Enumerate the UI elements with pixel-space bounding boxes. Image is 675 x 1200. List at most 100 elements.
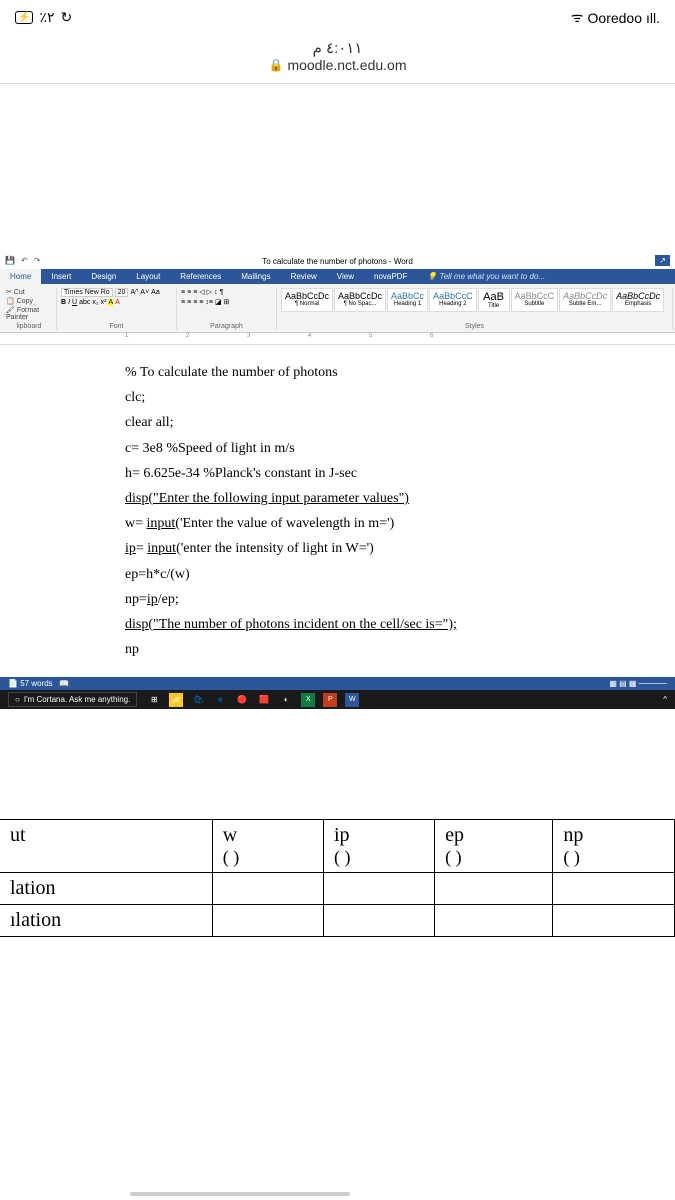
store-icon[interactable]: 🛍 — [191, 693, 205, 707]
undo-icon[interactable]: ↶ — [21, 256, 28, 265]
tab-layout[interactable]: Layout — [126, 269, 170, 284]
doc-line[interactable]: clear all; — [125, 410, 675, 435]
battery-percent: ٪۲ — [39, 9, 54, 26]
style-emphasis[interactable]: AaBbCcDcEmphasis — [612, 288, 664, 312]
edge-icon[interactable]: e — [213, 693, 227, 707]
doc-line[interactable]: disp("Enter the following input paramete… — [125, 486, 675, 511]
doc-line[interactable]: c= 3e8 %Speed of light in m/s — [125, 436, 675, 461]
doc-line[interactable]: h= 6.625e-34 %Planck's constant in J-sec — [125, 461, 675, 486]
chrome-icon[interactable]: 🔴 — [235, 693, 249, 707]
font-color-button[interactable]: A — [115, 299, 120, 306]
word-titlebar: 💾 ↶ ↷ To calculate the number of photons… — [0, 254, 675, 269]
mobile-status-bar: ⚡ ٪۲ ↻ ᯤ Ooredoo ıll. — [0, 0, 675, 35]
col-ip: ip( ) — [323, 820, 434, 873]
style-heading1[interactable]: AaBbCcHeading 1 — [387, 288, 428, 312]
tab-references[interactable]: References — [170, 269, 231, 284]
doc-line[interactable]: np=ip/ep; — [125, 587, 675, 612]
col-w: w( ) — [212, 820, 323, 873]
align-left-icon[interactable]: ≡ — [181, 299, 185, 306]
multilevel-icon[interactable]: ≡ — [193, 289, 197, 296]
style-title[interactable]: AaBTitle — [478, 288, 510, 312]
powerpoint-icon[interactable]: P — [323, 693, 337, 707]
doc-line[interactable]: w= input('Enter the value of wavelength … — [125, 511, 675, 536]
tab-view[interactable]: View — [327, 269, 364, 284]
doc-line[interactable]: % To calculate the number of photons — [125, 360, 675, 385]
font-label: Font — [61, 323, 172, 330]
strikethrough-button[interactable]: abc — [79, 299, 90, 306]
url-display[interactable]: 🔒 moodle.nct.edu.om — [0, 57, 675, 73]
style-subtle-em[interactable]: AaBbCcDcSubtle Em... — [559, 288, 611, 312]
highlight-button[interactable]: A — [108, 299, 113, 306]
document-area[interactable]: % To calculate the number of photonsclc;… — [0, 345, 675, 677]
cut-button[interactable]: ✂ Cut — [6, 288, 52, 296]
app-icon-1[interactable]: 🟥 — [257, 693, 271, 707]
indent-right-icon[interactable]: ▷ — [207, 288, 212, 296]
table-row: ılation — [0, 905, 675, 937]
tell-me-search[interactable]: 💡 Tell me what you want to do... — [417, 269, 555, 284]
ruler[interactable]: 1 2 3 4 5 6 — [0, 333, 675, 345]
view-controls[interactable]: ▦ ▤ ▦ ───── — [609, 679, 667, 688]
style-normal[interactable]: AaBbCcDc¶ Normal — [281, 288, 333, 312]
doc-line[interactable]: clc; — [125, 385, 675, 410]
wifi-icon: ᯤ — [571, 8, 584, 27]
change-case-icon[interactable]: Aa — [151, 289, 160, 296]
justify-icon[interactable]: ≡ — [199, 299, 203, 306]
styles-label: Styles — [281, 323, 668, 330]
line-spacing-icon[interactable]: ↕≡ — [205, 299, 213, 306]
excel-icon[interactable]: X — [301, 693, 315, 707]
window-controls[interactable]: ↗ — [655, 256, 670, 265]
shading-icon[interactable]: ◪ — [215, 298, 222, 306]
underline-button[interactable]: U — [72, 299, 77, 306]
file-explorer-icon[interactable]: 📁 — [169, 693, 183, 707]
shrink-font-icon[interactable]: A˅ — [140, 289, 149, 296]
sort-icon[interactable]: ↕ — [214, 289, 218, 296]
redo-icon[interactable]: ↷ — [34, 256, 41, 265]
share-icon[interactable]: ↗ — [655, 255, 670, 266]
scroll-indicator — [130, 1192, 350, 1196]
font-name-select[interactable]: Times New Ro — [61, 288, 113, 297]
font-size-select[interactable]: 20 — [115, 288, 129, 297]
align-right-icon[interactable]: ≡ — [193, 299, 197, 306]
doc-line[interactable]: ip= input('enter the intensity of light … — [125, 536, 675, 561]
data-table: ut w( ) ip( ) ep( ) np( ) lation ılation — [0, 819, 675, 937]
quick-access-toolbar[interactable]: 💾 ↶ ↷ — [5, 256, 40, 265]
styles-gallery[interactable]: AaBbCcDc¶ Normal AaBbCcDc¶ No Spac... Aa… — [281, 288, 668, 312]
show-marks-icon[interactable]: ¶ — [220, 289, 224, 296]
borders-icon[interactable]: ⊞ — [224, 298, 230, 306]
word-icon[interactable]: W — [345, 693, 359, 707]
bullets-icon[interactable]: ≡ — [181, 289, 185, 296]
format-painter-button[interactable]: 🖌 Format Painter — [6, 306, 52, 321]
doc-line[interactable]: ep=h*c/(w) — [125, 562, 675, 587]
superscript-button[interactable]: x² — [101, 299, 107, 306]
tab-home[interactable]: Home — [0, 269, 41, 284]
app-icon-2[interactable]: ◐ — [279, 693, 293, 707]
document-content[interactable]: % To calculate the number of photonsclc;… — [125, 360, 675, 662]
word-statusbar: 📄 57 words 📖 ▦ ▤ ▦ ───── — [0, 677, 675, 690]
table-row: lation — [0, 873, 675, 905]
tab-review[interactable]: Review — [281, 269, 327, 284]
tab-novapdf[interactable]: novaPDF — [364, 269, 417, 284]
subscript-button[interactable]: x₂ — [92, 299, 98, 306]
tray-up-icon[interactable]: ^ — [663, 695, 667, 704]
task-view-icon[interactable]: ⊞ — [147, 693, 161, 707]
signal-icon: ıll. — [646, 10, 660, 26]
tab-mailings[interactable]: Mailings — [231, 269, 280, 284]
doc-line[interactable]: disp("The number of photons incident on … — [125, 612, 675, 637]
indent-left-icon[interactable]: ◁ — [199, 288, 204, 296]
grow-font-icon[interactable]: A^ — [130, 289, 138, 296]
align-center-icon[interactable]: ≡ — [187, 299, 191, 306]
save-icon[interactable]: 💾 — [5, 256, 15, 265]
style-subtitle[interactable]: AaBbCcCSubtitle — [511, 288, 559, 312]
tab-design[interactable]: Design — [81, 269, 126, 284]
copy-button[interactable]: 📋 Copy — [6, 297, 52, 305]
bold-button[interactable]: B — [61, 299, 66, 306]
numbering-icon[interactable]: ≡ — [187, 289, 191, 296]
refresh-icon[interactable]: ↻ — [61, 9, 73, 26]
word-count[interactable]: 📄 57 words 📖 — [8, 679, 69, 688]
cortana-search[interactable]: ○ I'm Cortana. Ask me anything. — [8, 692, 137, 707]
tab-insert[interactable]: Insert — [41, 269, 81, 284]
style-nospacing[interactable]: AaBbCcDc¶ No Spac... — [334, 288, 386, 312]
italic-button[interactable]: I — [68, 299, 70, 306]
doc-line[interactable]: np — [125, 637, 675, 662]
style-heading2[interactable]: AaBbCcCHeading 2 — [429, 288, 477, 312]
